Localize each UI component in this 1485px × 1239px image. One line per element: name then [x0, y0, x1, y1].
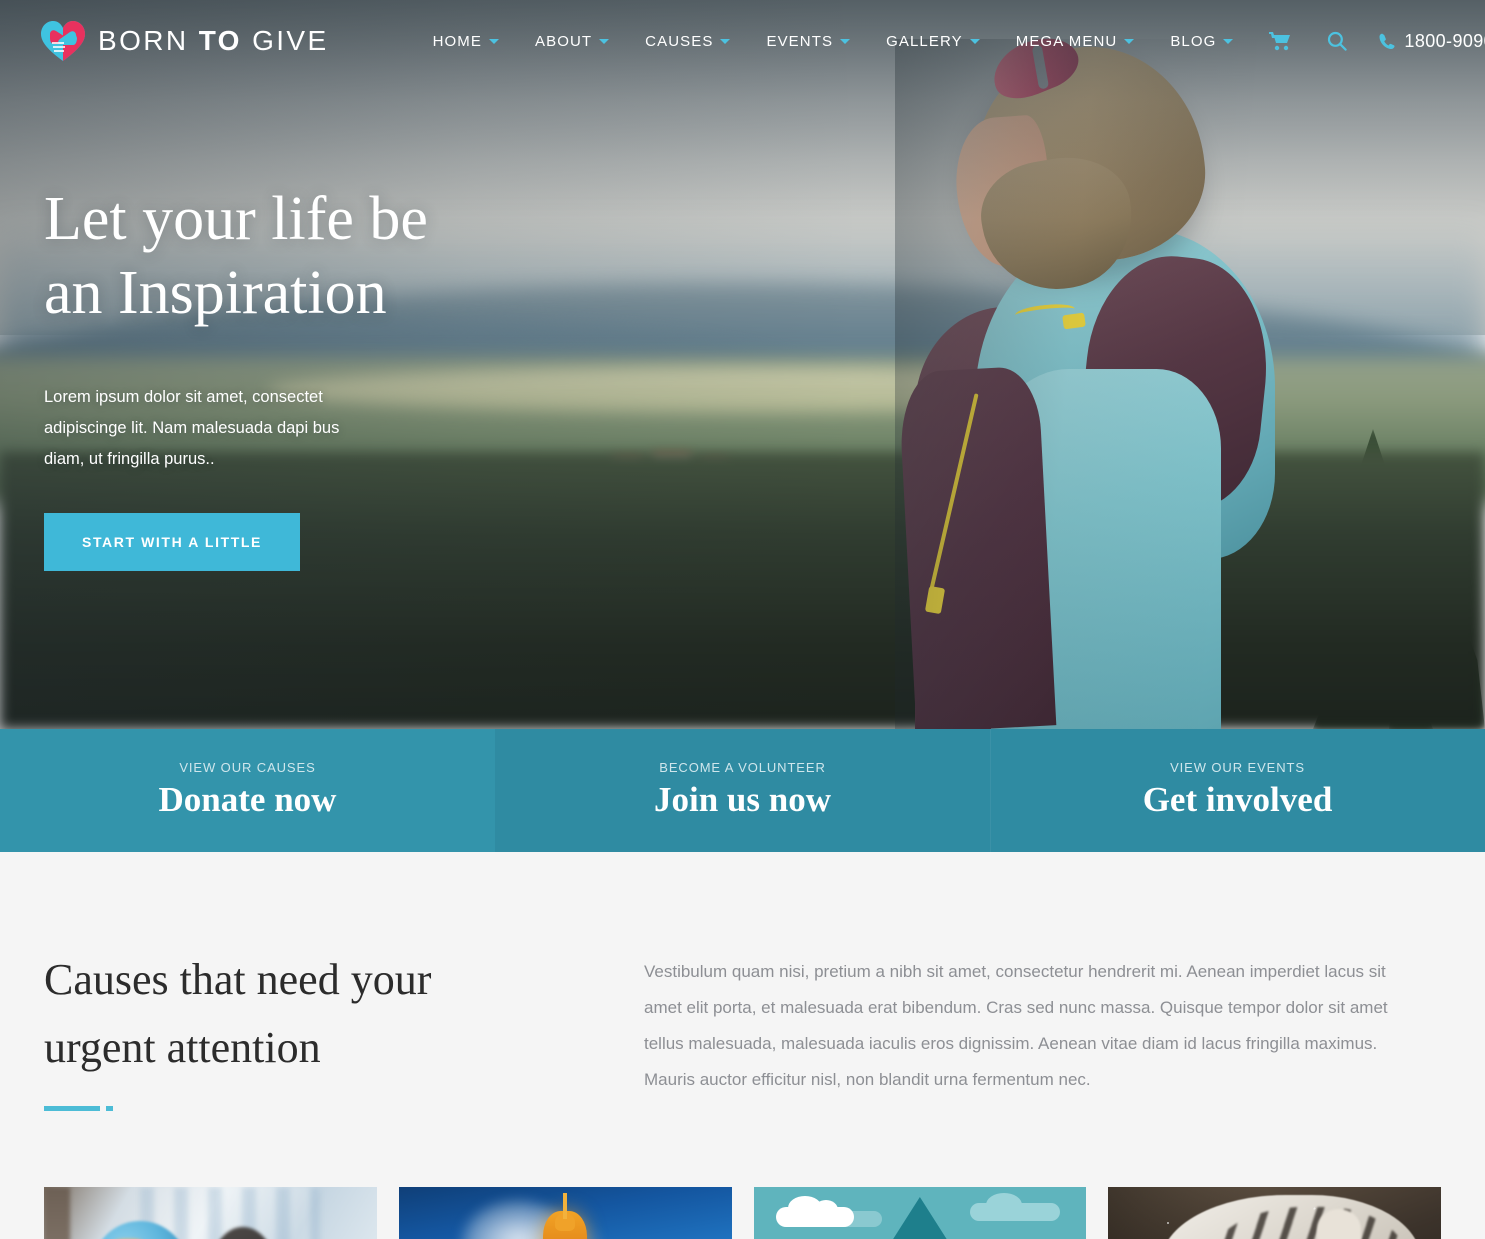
hero-title-line-2: an Inspiration [44, 259, 387, 327]
cta-kicker: VIEW OUR EVENTS [1170, 760, 1305, 775]
cause-card-golden-temple[interactable] [398, 1187, 732, 1239]
chevron-down-icon [488, 38, 499, 44]
cta-title: Donate now [158, 780, 337, 819]
nav-item-blog[interactable]: BLOG [1152, 33, 1251, 50]
nav-label: GALLERY [886, 32, 963, 50]
accent-bar [44, 1106, 100, 1111]
brand-name: BORN TO GIVE [98, 25, 329, 57]
phone-contact[interactable]: 1800-9090-8089 [1379, 31, 1485, 52]
cta-get-involved[interactable]: VIEW OUR EVENTS Get involved [990, 729, 1485, 852]
cta-kicker: BECOME A VOLUNTEER [659, 760, 826, 775]
nav-label: CAUSES [645, 32, 714, 50]
cta-kicker: VIEW OUR CAUSES [179, 760, 316, 775]
chevron-down-icon [840, 38, 851, 44]
card-photo-snow [1108, 1187, 1441, 1239]
hero-subtitle: Lorem ipsum dolor sit amet, consectet ad… [44, 388, 340, 468]
hero-banner: BORN TO GIVE HOME ABOUT CAUSES EVENTS GA… [0, 0, 1485, 729]
causes-description-block: Vestibulum quam nisi, pretium a nibh sit… [644, 946, 1441, 1111]
phone-icon [1379, 33, 1395, 49]
main-navigation: HOME ABOUT CAUSES EVENTS GALLERY MEGA ME… [415, 33, 1252, 50]
start-with-a-little-button[interactable]: START WITH A LITTLE [44, 513, 300, 571]
cause-card-children-globe[interactable] [44, 1187, 377, 1239]
causes-card-row [0, 1187, 1485, 1239]
section-title-line-2: urgent attention [44, 1023, 321, 1072]
site-header: BORN TO GIVE HOME ABOUT CAUSES EVENTS GA… [0, 0, 1485, 82]
nav-label: MEGA MENU [1015, 32, 1118, 50]
causes-heading-block: Causes that need your urgent attention [44, 946, 644, 1111]
chevron-down-icon [720, 38, 731, 44]
brand-logo[interactable]: BORN TO GIVE [40, 20, 329, 62]
nav-label: ABOUT [534, 32, 593, 50]
card-illustration-cloud-left [775, 1196, 854, 1227]
shopping-cart-icon[interactable] [1251, 31, 1309, 51]
nav-label: EVENTS [766, 32, 834, 50]
causes-section: Causes that need your urgent attention V… [0, 852, 1485, 1111]
nav-item-gallery[interactable]: GALLERY [868, 33, 998, 50]
card-photo-left-edge [44, 1187, 70, 1239]
card-illustration-cloud-right [970, 1193, 1061, 1221]
brand-word-to: TO [198, 25, 242, 56]
nav-item-about[interactable]: ABOUT [517, 33, 627, 50]
title-accent-divider [44, 1106, 644, 1111]
cta-bar: VIEW OUR CAUSES Donate now BECOME A VOLU… [0, 729, 1485, 852]
hero-title: Let your life be an Inspiration [44, 182, 604, 330]
cause-card-white-tiger[interactable] [1108, 1187, 1441, 1239]
phone-number-text: 1800-9090-8089 [1404, 30, 1485, 51]
cta-title: Join us now [653, 780, 832, 819]
search-icon[interactable] [1309, 31, 1365, 51]
nav-item-home[interactable]: HOME [415, 33, 517, 50]
chevron-down-icon [1124, 38, 1135, 44]
chevron-down-icon [1223, 38, 1234, 44]
nav-item-events[interactable]: EVENTS [748, 33, 868, 50]
brand-word-born: BORN [98, 25, 189, 56]
section-title: Causes that need your urgent attention [44, 946, 644, 1082]
chevron-down-icon [969, 38, 980, 44]
cta-donate-now[interactable]: VIEW OUR CAUSES Donate now [0, 729, 495, 852]
header-actions: 1800-9090-8089 [1251, 31, 1485, 52]
nav-item-causes[interactable]: CAUSES [627, 33, 748, 50]
hands-heart-logo-icon [40, 20, 86, 62]
cause-card-mountain-heart[interactable] [753, 1187, 1087, 1239]
accent-dot [106, 1106, 113, 1111]
hero-title-line-1: Let your life be [44, 185, 428, 253]
brand-word-give: GIVE [252, 25, 329, 56]
section-paragraph: Vestibulum quam nisi, pretium a nibh sit… [644, 962, 1388, 1089]
chevron-down-icon [599, 38, 610, 44]
hero-content: Let your life be an Inspiration Lorem ip… [44, 182, 604, 571]
nav-label: BLOG [1170, 32, 1217, 50]
nav-item-mega-menu[interactable]: MEGA MENU [998, 33, 1153, 50]
nav-label: HOME [432, 32, 482, 50]
section-title-line-1: Causes that need your [44, 955, 432, 1004]
cta-join-us-now[interactable]: BECOME A VOLUNTEER Join us now [495, 729, 990, 852]
card-photo-temple-spire [563, 1193, 568, 1219]
cta-title: Get involved [1142, 780, 1333, 819]
